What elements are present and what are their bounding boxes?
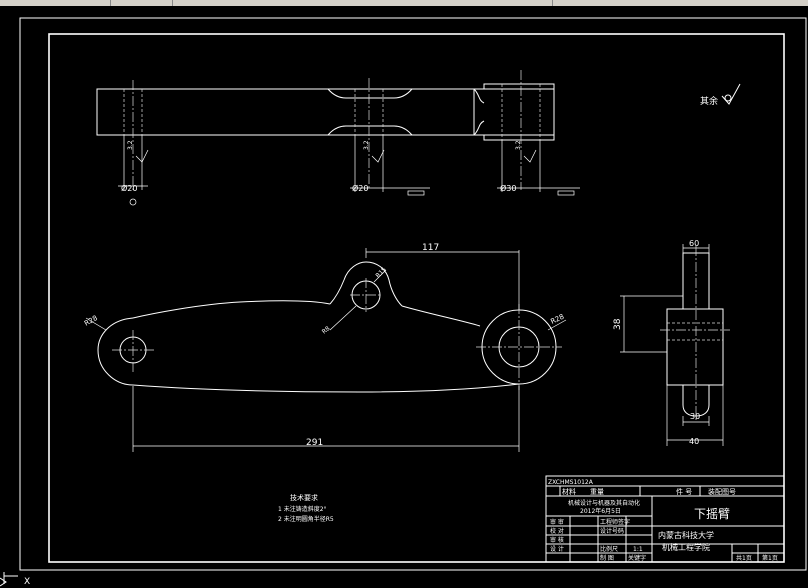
sheet-total: 共1页	[736, 554, 752, 562]
dim-mid-bore: Ø20	[352, 183, 368, 193]
front-view	[85, 248, 567, 452]
department-name: 机械工程学院	[662, 542, 710, 552]
dim-side-height: 38	[613, 318, 623, 330]
dim-r-arc: R8	[321, 325, 332, 336]
dim-total-291: 291	[306, 438, 323, 448]
dim-center-117: 117	[422, 243, 439, 253]
roughness-symbol-circle	[724, 94, 732, 102]
ucs-icon	[0, 572, 18, 587]
drawing-sheet[interactable]: 3.2 3.2 3.2 Ø20 Ø20 Ø30 其余 117 291 R28 R…	[0, 0, 808, 588]
roughness-symbol	[721, 83, 741, 105]
dim-side-inner: 30	[690, 412, 700, 421]
dim-r-left: R28	[83, 314, 99, 328]
assembly-label: 装配图号	[708, 487, 736, 496]
dim-r-right: R28	[549, 313, 565, 326]
material-label: 材料	[562, 487, 576, 496]
row-design: 设 计	[550, 545, 564, 553]
row-check: 校 对	[550, 527, 564, 535]
scale-label: 比例尺	[600, 545, 618, 553]
school-name: 内蒙古科技大学	[658, 530, 714, 540]
dim-side-top: 60	[689, 239, 699, 248]
ucs-axis-label: X	[24, 577, 30, 587]
role-design-no: 设计号码	[600, 527, 624, 535]
tech-req-item-2: 2 未注明圆角半径R5	[278, 515, 334, 523]
material-value: 重量	[590, 488, 604, 496]
row-audit: 审 核	[550, 536, 564, 544]
side-view	[620, 244, 730, 446]
dim-left-bore: Ø20	[121, 183, 137, 193]
drawing-date: 2012年6月5日	[580, 507, 621, 515]
sign-key: 关键字	[628, 554, 646, 562]
dim-right-bore: Ø30	[500, 183, 516, 193]
sheet-number: 第1页	[762, 554, 778, 562]
dim-side-outer: 40	[689, 437, 699, 446]
drawing-number: ZXCHMS1012A	[548, 479, 594, 486]
role-engineer: 工程师签字	[600, 518, 630, 526]
tech-req-item-1: 1 未注铸造斜度2°	[278, 505, 327, 513]
inner-frame	[48, 33, 785, 563]
project-name: 机械设计与机器及其自动化	[568, 499, 640, 507]
svg-text:3.2: 3.2	[363, 140, 370, 150]
scale-value: 1:1	[633, 546, 643, 553]
svg-text:3.2: 3.2	[127, 140, 134, 150]
sign-draw: 制 图	[600, 554, 614, 562]
row-review: 审 审	[550, 518, 564, 526]
roughness-note: 其余	[700, 95, 718, 107]
tech-req-title: 技术要求	[290, 493, 318, 502]
svg-text:3.2: 3.2	[515, 140, 522, 150]
dim-r-top: R15	[374, 266, 387, 279]
part-number-label: 件 号	[676, 487, 692, 496]
part-name: 下摇臂	[694, 507, 730, 521]
